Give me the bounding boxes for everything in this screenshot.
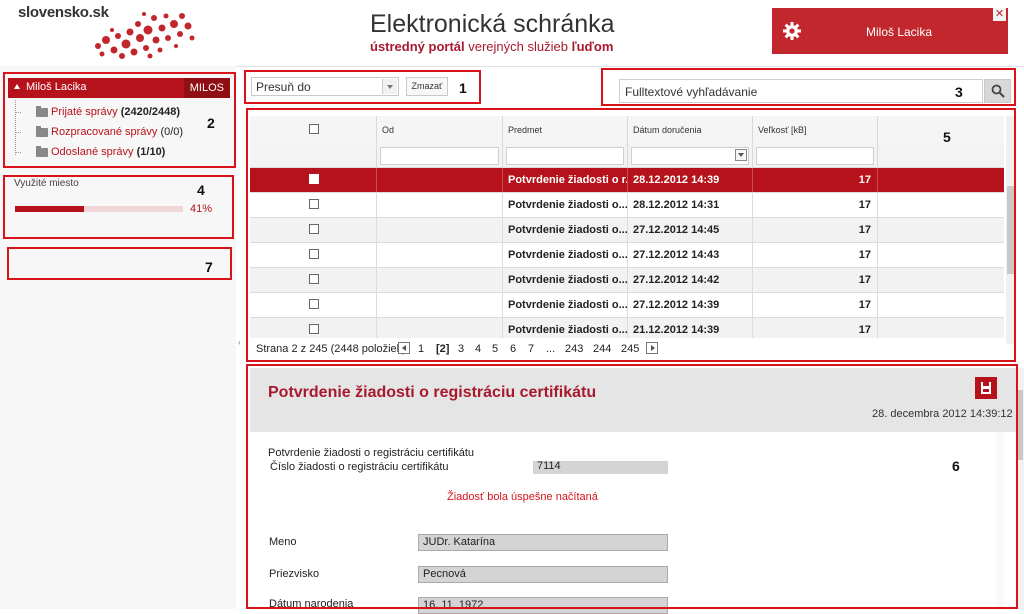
mailbox-owner-name: Miloš Lacika	[26, 81, 87, 93]
callout-frame-6	[246, 364, 1018, 609]
folder-label: Odoslané správy (1/10)	[51, 146, 165, 158]
storage-percent: 41%	[190, 203, 213, 215]
gear-icon[interactable]	[782, 21, 802, 41]
search-input[interactable]	[623, 81, 977, 103]
folder-name: Rozpracované správy	[51, 126, 158, 138]
app-subtitle: ústredný portál verejných služieb ľuďom	[370, 39, 613, 54]
tree-connector	[15, 112, 21, 113]
tree-line	[15, 100, 16, 155]
mailbox-owner-code: MILOS	[183, 78, 230, 98]
callout-number-6: 6	[952, 458, 960, 474]
subtitle-part-1: ústredný portál	[370, 39, 465, 54]
logo-graphic	[95, 12, 195, 59]
folder-name: Odoslané správy	[51, 146, 134, 158]
folder-icon	[36, 126, 48, 137]
callout-frame-5	[246, 108, 1016, 362]
callout-number-2: 2	[207, 115, 215, 131]
folder-count: (0/0)	[160, 126, 184, 138]
search-button[interactable]	[984, 79, 1011, 103]
folder-icon	[36, 146, 48, 157]
mailbox-owner-header[interactable]: Miloš Lacika MILOS	[8, 78, 230, 98]
callout-number-4: 4	[197, 182, 205, 198]
user-menu[interactable]: Miloš Lacika ✕	[772, 8, 1008, 54]
subtitle-part-2: verejných služieb	[468, 39, 568, 54]
storage-label: Využité miesto	[14, 178, 79, 189]
storage-bar-fill	[15, 206, 84, 212]
callout-number-1: 1	[459, 80, 467, 96]
sidebar-collapse-icon[interactable]: ‹	[238, 338, 241, 347]
delete-button[interactable]: Zmazať	[406, 77, 448, 96]
tree-connector	[15, 152, 21, 153]
fulltext-search-field[interactable]	[619, 79, 983, 103]
callout-number-7: 7	[205, 259, 213, 275]
folder-label: Prijaté správy (2420/2448)	[51, 106, 180, 118]
folder-icon	[36, 106, 48, 117]
callout-frame-7	[7, 247, 232, 280]
move-to-label: Presuň do	[256, 80, 311, 94]
folder-count: (2420/2448)	[120, 106, 181, 118]
search-icon	[991, 84, 1005, 98]
callout-number-3: 3	[955, 84, 963, 100]
collapse-triangle-icon[interactable]	[14, 84, 20, 89]
folder-name: Prijaté správy	[51, 106, 118, 118]
callout-number-5: 5	[943, 129, 951, 145]
app-title: Elektronická schránka	[370, 10, 615, 38]
subtitle-part-3: ľuďom	[571, 39, 614, 54]
user-name: Miloš Lacika	[866, 25, 933, 39]
move-to-select[interactable]: Presuň do	[251, 77, 399, 96]
close-icon[interactable]: ✕	[993, 8, 1006, 21]
folder-count: (1/10)	[136, 146, 166, 158]
folder-label: Rozpracované správy (0/0)	[51, 126, 183, 138]
tree-connector	[15, 132, 21, 133]
chevron-down-icon[interactable]	[382, 79, 397, 94]
